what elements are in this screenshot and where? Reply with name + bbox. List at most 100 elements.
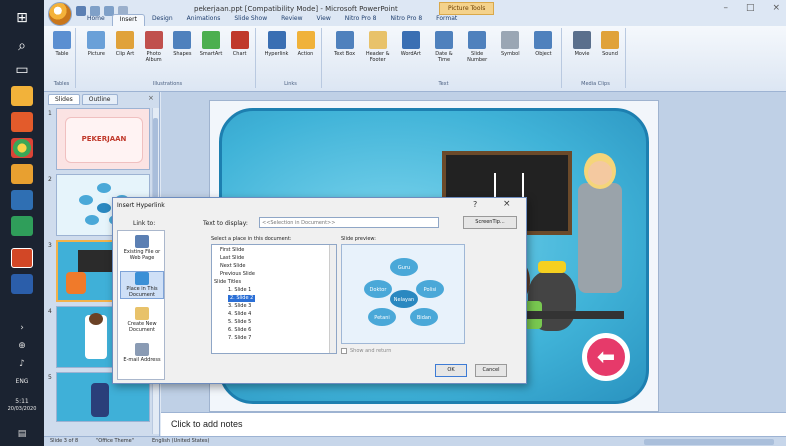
app-icon-2[interactable] xyxy=(11,190,33,210)
slide-number: 4 xyxy=(48,308,52,315)
tab-home[interactable]: Home xyxy=(80,14,112,26)
tree-item[interactable]: 2. Slide 2 xyxy=(228,295,256,302)
tree-item[interactable]: 5. Slide 5 xyxy=(228,319,251,326)
tab-slides[interactable]: Slides xyxy=(48,94,80,105)
language-indicator[interactable]: ENG xyxy=(0,378,44,385)
tree-scrollbar[interactable] xyxy=(329,245,336,353)
file-explorer-icon[interactable] xyxy=(11,86,33,106)
link-to-e-mail-address[interactable]: E-mail Address xyxy=(120,343,164,363)
link-to-label: E-mail Address xyxy=(123,357,161,363)
hyperlink-button[interactable]: Hyperlink xyxy=(265,31,289,57)
screentip-button[interactable]: ScreenTip... xyxy=(463,216,517,229)
tab-animations[interactable]: Animations xyxy=(180,14,228,26)
sound-button[interactable]: Sound xyxy=(598,31,622,57)
tree-item[interactable]: 6. Slide 6 xyxy=(228,327,251,334)
close-panel-icon[interactable]: × xyxy=(148,94,154,102)
tab-design[interactable]: Design xyxy=(145,14,180,26)
office-button[interactable] xyxy=(48,2,72,26)
link-to-create-new-document[interactable]: Create New Document xyxy=(120,307,164,333)
app-icon-3[interactable] xyxy=(11,216,33,236)
back-arrow-button[interactable]: ⬅ xyxy=(582,333,630,381)
slide-number: 3 xyxy=(48,242,52,249)
tab-nitro-pro-8[interactable]: Nitro Pro 8 xyxy=(338,14,384,26)
tab-review[interactable]: Review xyxy=(274,14,309,26)
ok-button[interactable]: OK xyxy=(435,364,467,377)
tree-item[interactable]: 7. Slide 7 xyxy=(228,335,251,342)
zoom-slider[interactable] xyxy=(644,439,774,445)
network-icon[interactable]: ⊕ xyxy=(11,336,33,356)
notification-icon[interactable]: ▤ xyxy=(11,424,33,444)
wordart-button[interactable]: WordArt xyxy=(399,31,423,57)
language-status[interactable]: English (United States) xyxy=(152,438,209,444)
help-icon[interactable]: ? xyxy=(473,200,477,209)
tab-format[interactable]: Format xyxy=(429,14,464,26)
table-button[interactable]: Table xyxy=(50,31,74,57)
ribbon-group-label: Tables xyxy=(53,81,70,87)
chrome-icon[interactable] xyxy=(11,138,33,158)
text-box-button[interactable]: Text Box xyxy=(333,31,357,57)
notes-placeholder[interactable]: Click to add notes xyxy=(171,419,243,429)
photo-album-button[interactable]: Photo Album xyxy=(142,31,166,63)
clock-date[interactable]: 20/03/2020 xyxy=(0,406,44,412)
symbol-button[interactable]: Symbol xyxy=(498,31,522,57)
tree-item[interactable]: First Slide xyxy=(220,247,244,254)
slide-thumbnail-1[interactable]: PEKERJAAN xyxy=(56,108,150,170)
link-to-existing-file-or-web-page[interactable]: Existing File or Web Page xyxy=(120,235,164,261)
volume-icon[interactable]: ♪ xyxy=(11,354,33,374)
text-box-icon xyxy=(335,31,354,49)
task-view-icon[interactable]: ▭ xyxy=(11,60,33,80)
clip-art-button[interactable]: Clip Art xyxy=(113,31,137,57)
action-button[interactable]: Action xyxy=(294,31,318,57)
text-to-display-input[interactable]: <<Selection in Document>> xyxy=(259,217,439,228)
chevron-up-icon[interactable]: › xyxy=(11,318,33,338)
show-and-return-checkbox[interactable] xyxy=(341,348,347,354)
tree-item[interactable]: Last Slide xyxy=(220,255,244,262)
chart-button[interactable]: Chart xyxy=(228,31,252,57)
minimize-button[interactable]: – xyxy=(723,3,728,13)
show-and-return-option[interactable]: Show and return xyxy=(341,348,391,354)
office-app-icon[interactable] xyxy=(11,112,33,132)
preview-node-label: Polisi xyxy=(424,287,437,293)
powerpoint-icon[interactable] xyxy=(11,248,33,268)
preview-node: Doktor xyxy=(364,280,392,298)
clock-time[interactable]: 5:11 xyxy=(0,398,44,405)
tab-slide-show[interactable]: Slide Show xyxy=(227,14,274,26)
maximize-button[interactable]: □ xyxy=(746,3,755,13)
word-icon[interactable] xyxy=(11,274,33,294)
tree-item[interactable]: Slide Titles xyxy=(214,279,241,286)
preview-node-label: Petani xyxy=(374,315,390,321)
picture-button[interactable]: Picture xyxy=(84,31,108,57)
slide-counter: Slide 3 of 8 xyxy=(50,438,79,444)
tree-item[interactable]: 1. Slide 1 xyxy=(228,287,251,294)
tab-outline[interactable]: Outline xyxy=(81,94,118,105)
preview-diagram: Guru Doktor Polisi Nelayan Petani Bidan xyxy=(364,258,444,326)
search-icon[interactable]: ⌕ xyxy=(11,36,33,56)
tree-item[interactable]: Next Slide xyxy=(220,263,245,270)
tab-view[interactable]: View xyxy=(310,14,338,26)
close-button[interactable]: × xyxy=(772,3,780,13)
diagram-node xyxy=(79,195,93,205)
tree-item[interactable]: Previous Slide xyxy=(220,271,255,278)
date-time-button[interactable]: Date & Time xyxy=(432,31,456,63)
link-to-place-in-this-document[interactable]: Place in This Document xyxy=(120,271,164,299)
movie-button[interactable]: Movie xyxy=(570,31,594,57)
tree-item[interactable]: 4. Slide 4 xyxy=(228,311,251,318)
app-icon[interactable] xyxy=(11,164,33,184)
tab-insert[interactable]: Insert xyxy=(111,14,145,26)
ribbon-button-label: Movie xyxy=(574,51,590,57)
cancel-button[interactable]: Cancel xyxy=(475,364,507,377)
shapes-button[interactable]: Shapes xyxy=(170,31,194,57)
close-icon[interactable]: × xyxy=(503,199,511,209)
notes-pane[interactable]: Click to add notes xyxy=(161,412,786,436)
slide-number-button[interactable]: Slide Number xyxy=(465,31,489,63)
smartart-button[interactable]: SmartArt xyxy=(199,31,223,57)
thumbnail-scrollbar-thumb[interactable] xyxy=(153,118,158,198)
object-button[interactable]: Object xyxy=(531,31,555,57)
tab-nitro-pro-8[interactable]: Nitro Pro 8 xyxy=(383,14,429,26)
tree-item[interactable]: 3. Slide 3 xyxy=(228,303,251,310)
header-footer-button[interactable]: Header & Footer xyxy=(366,31,390,63)
preview-node: Polisi xyxy=(416,280,444,298)
date-time-icon xyxy=(435,31,453,49)
document-place-tree[interactable]: First Slide Last Slide Next Slide Previous … xyxy=(211,244,337,354)
start-icon[interactable]: ⊞ xyxy=(11,8,33,28)
